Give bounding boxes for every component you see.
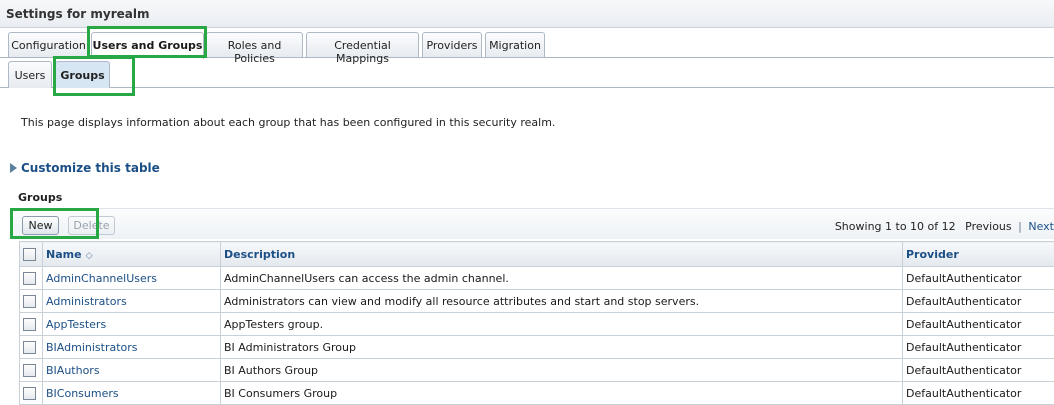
table-header-row: Name ◇ Description Provider [20, 242, 1054, 267]
group-provider: DefaultAuthenticator [903, 313, 1054, 336]
group-description: BI Authors Group [221, 359, 903, 382]
subtab-groups[interactable]: Groups [55, 61, 110, 88]
main-tab-bar: Configuration Users and Groups Roles and… [0, 28, 1054, 58]
group-description: AppTesters group. [221, 313, 903, 336]
group-name-link[interactable]: BIAdministrators [43, 336, 221, 359]
table-toolbar: New Delete Showing 1 to 10 of 12 Previou… [10, 208, 1054, 239]
next-link[interactable]: Next [1028, 220, 1054, 233]
name-header-label: Name [46, 248, 82, 261]
group-name-link[interactable]: AppTesters [43, 313, 221, 336]
tab-roles-and-policies[interactable]: Roles and Policies [206, 32, 303, 57]
table-row: BIAuthors BI Authors Group DefaultAuthen… [20, 359, 1054, 382]
tab-migration[interactable]: Migration [485, 32, 545, 57]
new-button[interactable]: New [22, 216, 59, 235]
row-select-cell [20, 290, 43, 313]
group-description: BI Consumers Group [221, 382, 903, 405]
tab-providers[interactable]: Providers [422, 32, 482, 57]
previous-label: Previous [965, 220, 1012, 233]
groups-table-heading: Groups [18, 191, 62, 204]
table-row: BIConsumers BI Consumers Group DefaultAu… [20, 382, 1054, 405]
row-select-cell [20, 313, 43, 336]
settings-title-bar: Settings for myrealm [0, 0, 1054, 28]
row-checkbox[interactable] [23, 387, 36, 400]
customize-table-link[interactable]: Customize this table [10, 161, 160, 175]
table-row: AppTesters AppTesters group. DefaultAuth… [20, 313, 1054, 336]
paging-status: Showing 1 to 10 of 12 [835, 220, 956, 233]
expand-triangle-icon [10, 163, 17, 173]
pagination: Showing 1 to 10 of 12 Previous | Next [835, 220, 1054, 233]
group-provider: DefaultAuthenticator [903, 359, 1054, 382]
delete-button[interactable]: Delete [68, 216, 115, 235]
group-provider: DefaultAuthenticator [903, 267, 1054, 290]
tab-users-and-groups[interactable]: Users and Groups [91, 32, 204, 59]
group-name-link[interactable]: BIConsumers [43, 382, 221, 405]
subtab-users[interactable]: Users [8, 61, 52, 88]
group-description: Administrators can view and modify all r… [221, 290, 903, 313]
sort-ascending-icon[interactable]: ◇ [86, 251, 93, 261]
group-name-link[interactable]: AdminChannelUsers [43, 267, 221, 290]
group-provider: DefaultAuthenticator [903, 382, 1054, 405]
table-row: AdminChannelUsers AdminChannelUsers can … [20, 267, 1054, 290]
group-description: AdminChannelUsers can access the admin c… [221, 267, 903, 290]
groups-table: Name ◇ Description Provider AdminChannelU… [19, 241, 1054, 405]
row-select-cell [20, 359, 43, 382]
row-checkbox[interactable] [23, 364, 36, 377]
table-row: Administrators Administrators can view a… [20, 290, 1054, 313]
group-provider: DefaultAuthenticator [903, 336, 1054, 359]
row-checkbox[interactable] [23, 272, 36, 285]
provider-column-header[interactable]: Provider [903, 242, 1054, 267]
group-name-link[interactable]: BIAuthors [43, 359, 221, 382]
customize-table-label: Customize this table [21, 161, 160, 175]
row-select-cell [20, 267, 43, 290]
row-checkbox[interactable] [23, 318, 36, 331]
paging-separator: | [1018, 220, 1022, 233]
row-checkbox[interactable] [23, 341, 36, 354]
row-select-cell [20, 382, 43, 405]
table-row: BIAdministrators BI Administrators Group… [20, 336, 1054, 359]
page-description: This page displays information about eac… [21, 116, 555, 129]
group-description: BI Administrators Group [221, 336, 903, 359]
tab-credential-mappings[interactable]: Credential Mappings [306, 32, 419, 57]
sub-tab-bar: Users Groups [0, 58, 1054, 88]
tab-configuration[interactable]: Configuration [8, 32, 89, 57]
name-column-header[interactable]: Name ◇ [43, 242, 221, 267]
group-provider: DefaultAuthenticator [903, 290, 1054, 313]
group-name-link[interactable]: Administrators [43, 290, 221, 313]
page-title: Settings for myrealm [6, 7, 149, 21]
description-column-header[interactable]: Description [221, 242, 903, 267]
row-select-cell [20, 336, 43, 359]
row-checkbox[interactable] [23, 295, 36, 308]
select-all-cell [20, 242, 43, 267]
select-all-checkbox[interactable] [23, 248, 36, 261]
